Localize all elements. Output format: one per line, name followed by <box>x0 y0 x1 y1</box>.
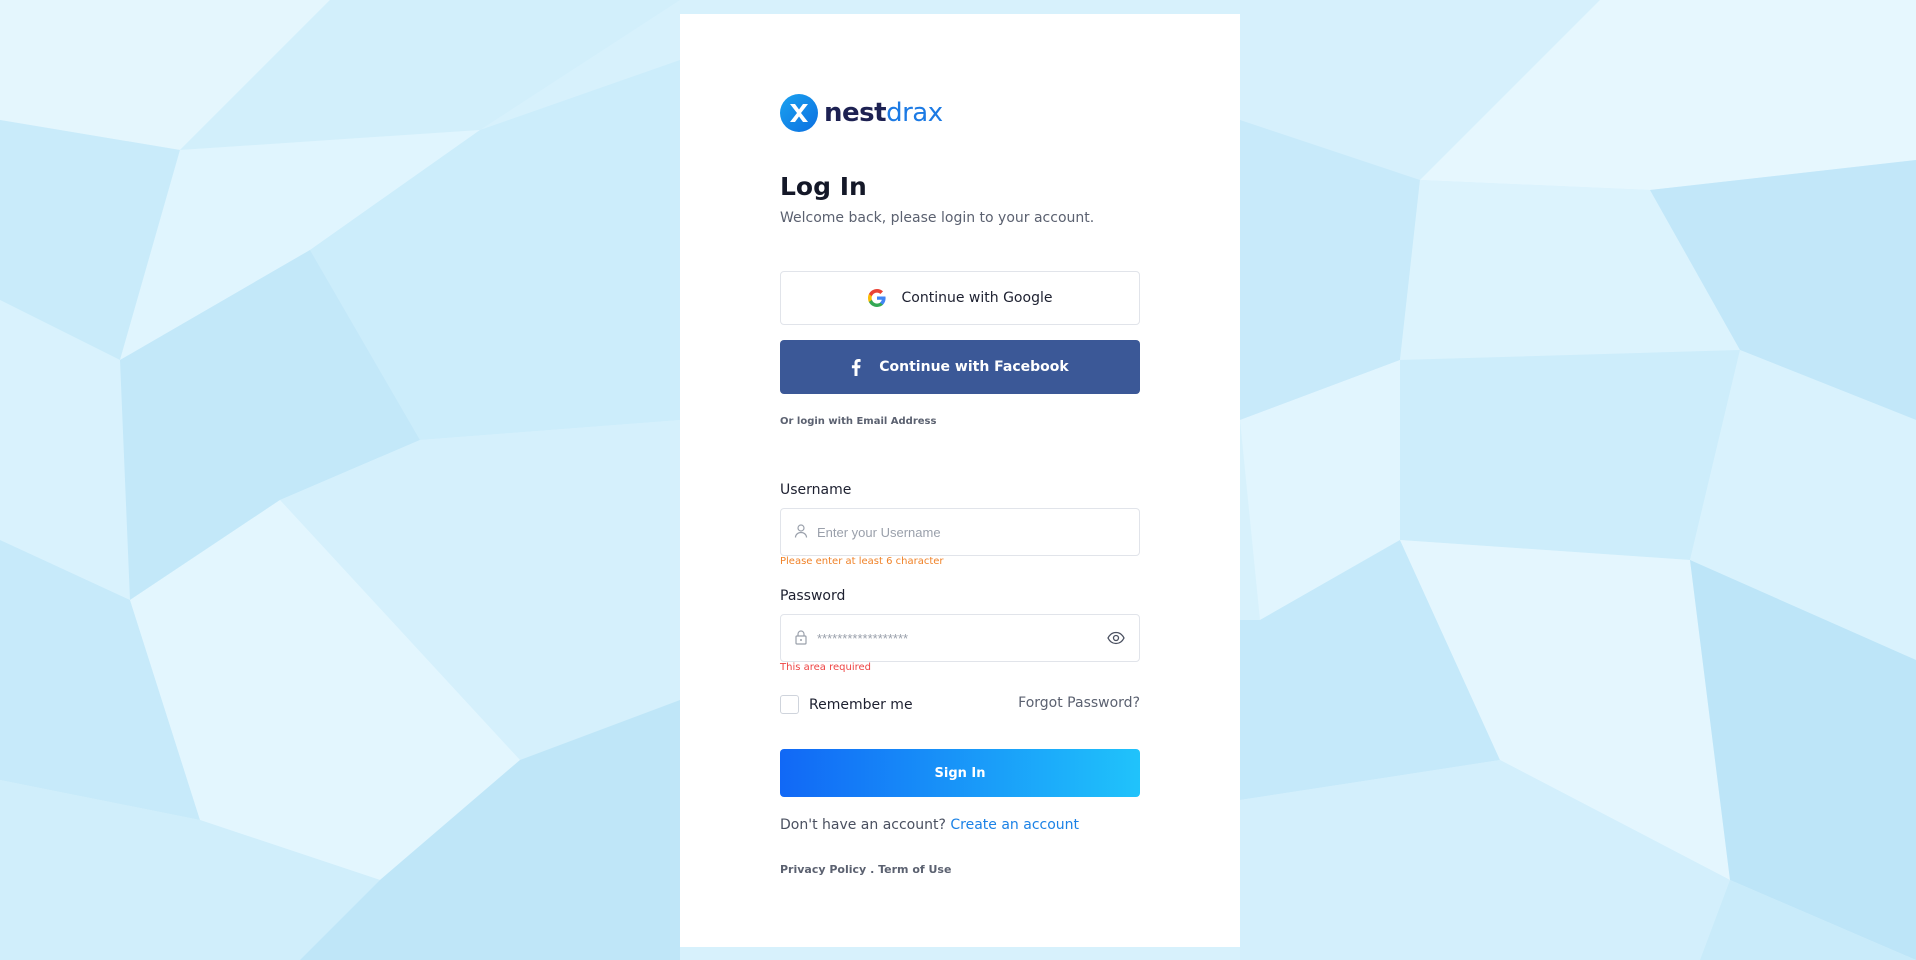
login-card: nestdrax Log In Welcome back, please log… <box>680 14 1240 947</box>
google-icon <box>867 289 886 307</box>
signup-prompt-text: Don't have an account? <box>780 817 946 833</box>
create-account-link[interactable]: Create an account <box>950 817 1079 833</box>
footer-links: Privacy Policy . Term of Use <box>780 863 951 876</box>
page-subtitle: Welcome back, please login to your accou… <box>780 210 1095 226</box>
lock-icon <box>795 630 807 645</box>
sign-in-button[interactable]: Sign In <box>780 749 1140 797</box>
brand-name-part1: nest <box>824 98 887 128</box>
username-field[interactable] <box>780 508 1140 556</box>
username-label: Username <box>780 482 852 498</box>
privacy-policy-link[interactable]: Privacy Policy <box>780 863 866 876</box>
brand-name-part2: drax <box>886 98 943 128</box>
email-login-divider-text: Or login with Email Address <box>780 416 937 427</box>
signup-prompt: Don't have an account? Create an account <box>780 817 1079 833</box>
password-label: Password <box>780 588 846 604</box>
continue-with-facebook-button[interactable]: Continue with Facebook <box>780 340 1140 394</box>
facebook-icon <box>852 358 861 376</box>
username-error-message: Please enter at least 6 character <box>780 556 944 567</box>
password-field[interactable] <box>780 614 1140 662</box>
continue-with-google-button[interactable]: Continue with Google <box>780 271 1140 325</box>
google-button-label: Continue with Google <box>901 290 1053 306</box>
eye-icon[interactable] <box>1107 630 1125 646</box>
username-input[interactable] <box>817 509 1097 555</box>
remember-me-checkbox[interactable] <box>780 695 799 714</box>
forgot-password-link[interactable]: Forgot Password? <box>1018 695 1140 711</box>
user-icon <box>794 524 808 538</box>
remember-me-label: Remember me <box>809 696 913 713</box>
password-error-message: This area required <box>780 662 871 673</box>
remember-me[interactable]: Remember me <box>780 695 913 714</box>
footer-separator: . <box>870 863 875 876</box>
sign-in-button-label: Sign In <box>934 765 986 781</box>
brand-name: nestdrax <box>824 98 943 128</box>
brand-logo[interactable]: nestdrax <box>780 94 943 132</box>
password-input[interactable] <box>817 615 1097 661</box>
nestdrax-logo-icon <box>780 94 818 132</box>
page-title: Log In <box>780 172 867 201</box>
terms-of-use-link[interactable]: Term of Use <box>878 863 951 876</box>
facebook-button-label: Continue with Facebook <box>879 359 1069 375</box>
